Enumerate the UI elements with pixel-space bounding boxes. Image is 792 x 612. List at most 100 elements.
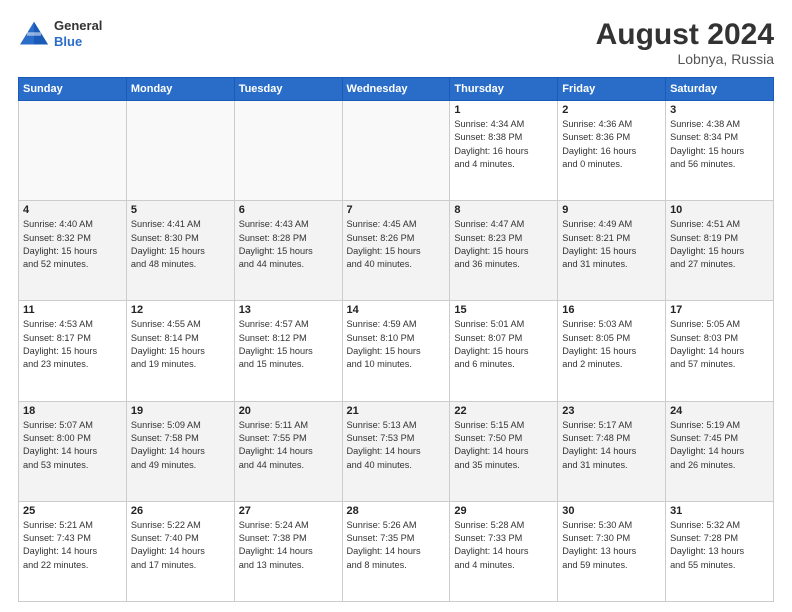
calendar-cell: 5 Sunrise: 4:41 AMSunset: 8:30 PMDaylight…	[126, 201, 234, 301]
page: General Blue August 2024 Lobnya, Russia …	[0, 0, 792, 612]
cell-content: Sunrise: 5:07 AMSunset: 8:00 PMDaylight:…	[23, 419, 122, 472]
day-number: 7	[347, 204, 446, 216]
calendar-cell: 18 Sunrise: 5:07 AMSunset: 8:00 PMDayligh…	[19, 401, 127, 501]
logo-icon	[18, 20, 50, 48]
calendar-cell	[342, 101, 450, 201]
day-number: 27	[239, 505, 338, 517]
title-section: August 2024 Lobnya, Russia	[596, 18, 774, 67]
day-header: Wednesday	[342, 78, 450, 101]
calendar-cell: 31 Sunrise: 5:32 AMSunset: 7:28 PMDayligh…	[666, 501, 774, 601]
cell-content: Sunrise: 4:47 AMSunset: 8:23 PMDaylight:…	[454, 218, 553, 271]
calendar-cell: 8Sunrise: 4:47 AMSunset: 8:23 PMDaylight…	[450, 201, 558, 301]
day-number: 6	[239, 204, 338, 216]
logo-text: General Blue	[54, 18, 102, 49]
calendar-cell: 26 Sunrise: 5:22 AMSunset: 7:40 PMDayligh…	[126, 501, 234, 601]
day-number: 11	[23, 304, 122, 316]
cell-content: Sunrise: 4:38 AMSunset: 8:34 PMDaylight:…	[670, 118, 769, 171]
day-number: 21	[347, 405, 446, 417]
header: General Blue August 2024 Lobnya, Russia	[18, 18, 774, 67]
day-number: 2	[562, 104, 661, 116]
cell-content: Sunrise: 5:28 AMSunset: 7:33 PMDaylight:…	[454, 519, 553, 572]
day-number: 31	[670, 505, 769, 517]
day-number: 9	[562, 204, 661, 216]
calendar-cell: 7 Sunrise: 4:45 AMSunset: 8:26 PMDaylight…	[342, 201, 450, 301]
day-number: 23	[562, 405, 661, 417]
calendar-cell: 2 Sunrise: 4:36 AMSunset: 8:36 PMDaylight…	[558, 101, 666, 201]
day-number: 28	[347, 505, 446, 517]
cell-content: Sunrise: 5:32 AMSunset: 7:28 PMDaylight:…	[670, 519, 769, 572]
calendar-cell: 10Sunrise: 4:51 AMSunset: 8:19 PMDayligh…	[666, 201, 774, 301]
cell-content: Sunrise: 4:43 AMSunset: 8:28 PMDaylight:…	[239, 218, 338, 271]
calendar-cell	[234, 101, 342, 201]
cell-content: Sunrise: 5:15 AMSunset: 7:50 PMDaylight:…	[454, 419, 553, 472]
day-number: 3	[670, 104, 769, 116]
day-number: 10	[670, 204, 769, 216]
cell-content: Sunrise: 5:19 AMSunset: 7:45 PMDaylight:…	[670, 419, 769, 472]
calendar-cell: 24 Sunrise: 5:19 AMSunset: 7:45 PMDayligh…	[666, 401, 774, 501]
day-number: 13	[239, 304, 338, 316]
cell-content: Sunrise: 5:21 AMSunset: 7:43 PMDaylight:…	[23, 519, 122, 572]
day-number: 26	[131, 505, 230, 517]
day-number: 17	[670, 304, 769, 316]
day-number: 12	[131, 304, 230, 316]
cell-content: Sunrise: 5:05 AMSunset: 8:03 PMDaylight:…	[670, 318, 769, 371]
logo-blue: Blue	[54, 34, 102, 50]
calendar-cell: 25Sunrise: 5:21 AMSunset: 7:43 PMDayligh…	[19, 501, 127, 601]
calendar-cell: 4Sunrise: 4:40 AMSunset: 8:32 PMDaylight…	[19, 201, 127, 301]
calendar-cell: 28 Sunrise: 5:26 AMSunset: 7:35 PMDayligh…	[342, 501, 450, 601]
day-number: 18	[23, 405, 122, 417]
calendar-cell: 12Sunrise: 4:55 AMSunset: 8:14 PMDayligh…	[126, 301, 234, 401]
calendar-cell: 14 Sunrise: 4:59 AMSunset: 8:10 PMDayligh…	[342, 301, 450, 401]
day-number: 22	[454, 405, 553, 417]
day-header: Tuesday	[234, 78, 342, 101]
cell-content: Sunrise: 5:11 AMSunset: 7:55 PMDaylight:…	[239, 419, 338, 472]
calendar-cell: 13 Sunrise: 4:57 AMSunset: 8:12 PMDayligh…	[234, 301, 342, 401]
day-header: Sunday	[19, 78, 127, 101]
cell-content: Sunrise: 4:36 AMSunset: 8:36 PMDaylight:…	[562, 118, 661, 171]
cell-content: Sunrise: 5:13 AMSunset: 7:53 PMDaylight:…	[347, 419, 446, 472]
cell-content: Sunrise: 5:17 AMSunset: 7:48 PMDaylight:…	[562, 419, 661, 472]
calendar-table: SundayMondayTuesdayWednesdayThursdayFrid…	[18, 77, 774, 602]
cell-content: Sunrise: 5:30 AMSunset: 7:30 PMDaylight:…	[562, 519, 661, 572]
calendar-cell: 29 Sunrise: 5:28 AMSunset: 7:33 PMDayligh…	[450, 501, 558, 601]
calendar-cell: 21 Sunrise: 5:13 AMSunset: 7:53 PMDayligh…	[342, 401, 450, 501]
month-year: August 2024	[596, 18, 774, 51]
calendar-cell: 22 Sunrise: 5:15 AMSunset: 7:50 PMDayligh…	[450, 401, 558, 501]
cell-content: Sunrise: 5:03 AMSunset: 8:05 PMDaylight:…	[562, 318, 661, 371]
day-number: 24	[670, 405, 769, 417]
day-number: 14	[347, 304, 446, 316]
location: Lobnya, Russia	[596, 51, 774, 67]
day-number: 20	[239, 405, 338, 417]
calendar-cell: 23 Sunrise: 5:17 AMSunset: 7:48 PMDayligh…	[558, 401, 666, 501]
calendar-cell	[19, 101, 127, 201]
day-header: Friday	[558, 78, 666, 101]
calendar-cell: 6 Sunrise: 4:43 AMSunset: 8:28 PMDaylight…	[234, 201, 342, 301]
calendar-cell: 11 Sunrise: 4:53 AMSunset: 8:17 PMDayligh…	[19, 301, 127, 401]
day-number: 16	[562, 304, 661, 316]
cell-content: Sunrise: 5:22 AMSunset: 7:40 PMDaylight:…	[131, 519, 230, 572]
cell-content: Sunrise: 4:59 AMSunset: 8:10 PMDaylight:…	[347, 318, 446, 371]
day-number: 29	[454, 505, 553, 517]
calendar-cell: 17 Sunrise: 5:05 AMSunset: 8:03 PMDayligh…	[666, 301, 774, 401]
cell-content: Sunrise: 4:53 AMSunset: 8:17 PMDaylight:…	[23, 318, 122, 371]
day-number: 15	[454, 304, 553, 316]
calendar-cell: 9 Sunrise: 4:49 AMSunset: 8:21 PMDaylight…	[558, 201, 666, 301]
day-number: 5	[131, 204, 230, 216]
calendar-cell: 15 Sunrise: 5:01 AMSunset: 8:07 PMDayligh…	[450, 301, 558, 401]
cell-content: Sunrise: 5:01 AMSunset: 8:07 PMDaylight:…	[454, 318, 553, 371]
logo-general: General	[54, 18, 102, 34]
day-header: Thursday	[450, 78, 558, 101]
calendar-cell: 16 Sunrise: 5:03 AMSunset: 8:05 PMDayligh…	[558, 301, 666, 401]
cell-content: Sunrise: 5:26 AMSunset: 7:35 PMDaylight:…	[347, 519, 446, 572]
cell-content: Sunrise: 4:34 AMSunset: 8:38 PMDaylight:…	[454, 118, 553, 171]
calendar-cell: 1Sunrise: 4:34 AMSunset: 8:38 PMDaylight…	[450, 101, 558, 201]
calendar-cell: 27Sunrise: 5:24 AMSunset: 7:38 PMDayligh…	[234, 501, 342, 601]
day-number: 19	[131, 405, 230, 417]
day-number: 4	[23, 204, 122, 216]
cell-content: Sunrise: 4:49 AMSunset: 8:21 PMDaylight:…	[562, 218, 661, 271]
cell-content: Sunrise: 4:45 AMSunset: 8:26 PMDaylight:…	[347, 218, 446, 271]
cell-content: Sunrise: 4:41 AMSunset: 8:30 PMDaylight:…	[131, 218, 230, 271]
day-number: 30	[562, 505, 661, 517]
cell-content: Sunrise: 4:57 AMSunset: 8:12 PMDaylight:…	[239, 318, 338, 371]
calendar-cell: 3 Sunrise: 4:38 AMSunset: 8:34 PMDaylight…	[666, 101, 774, 201]
